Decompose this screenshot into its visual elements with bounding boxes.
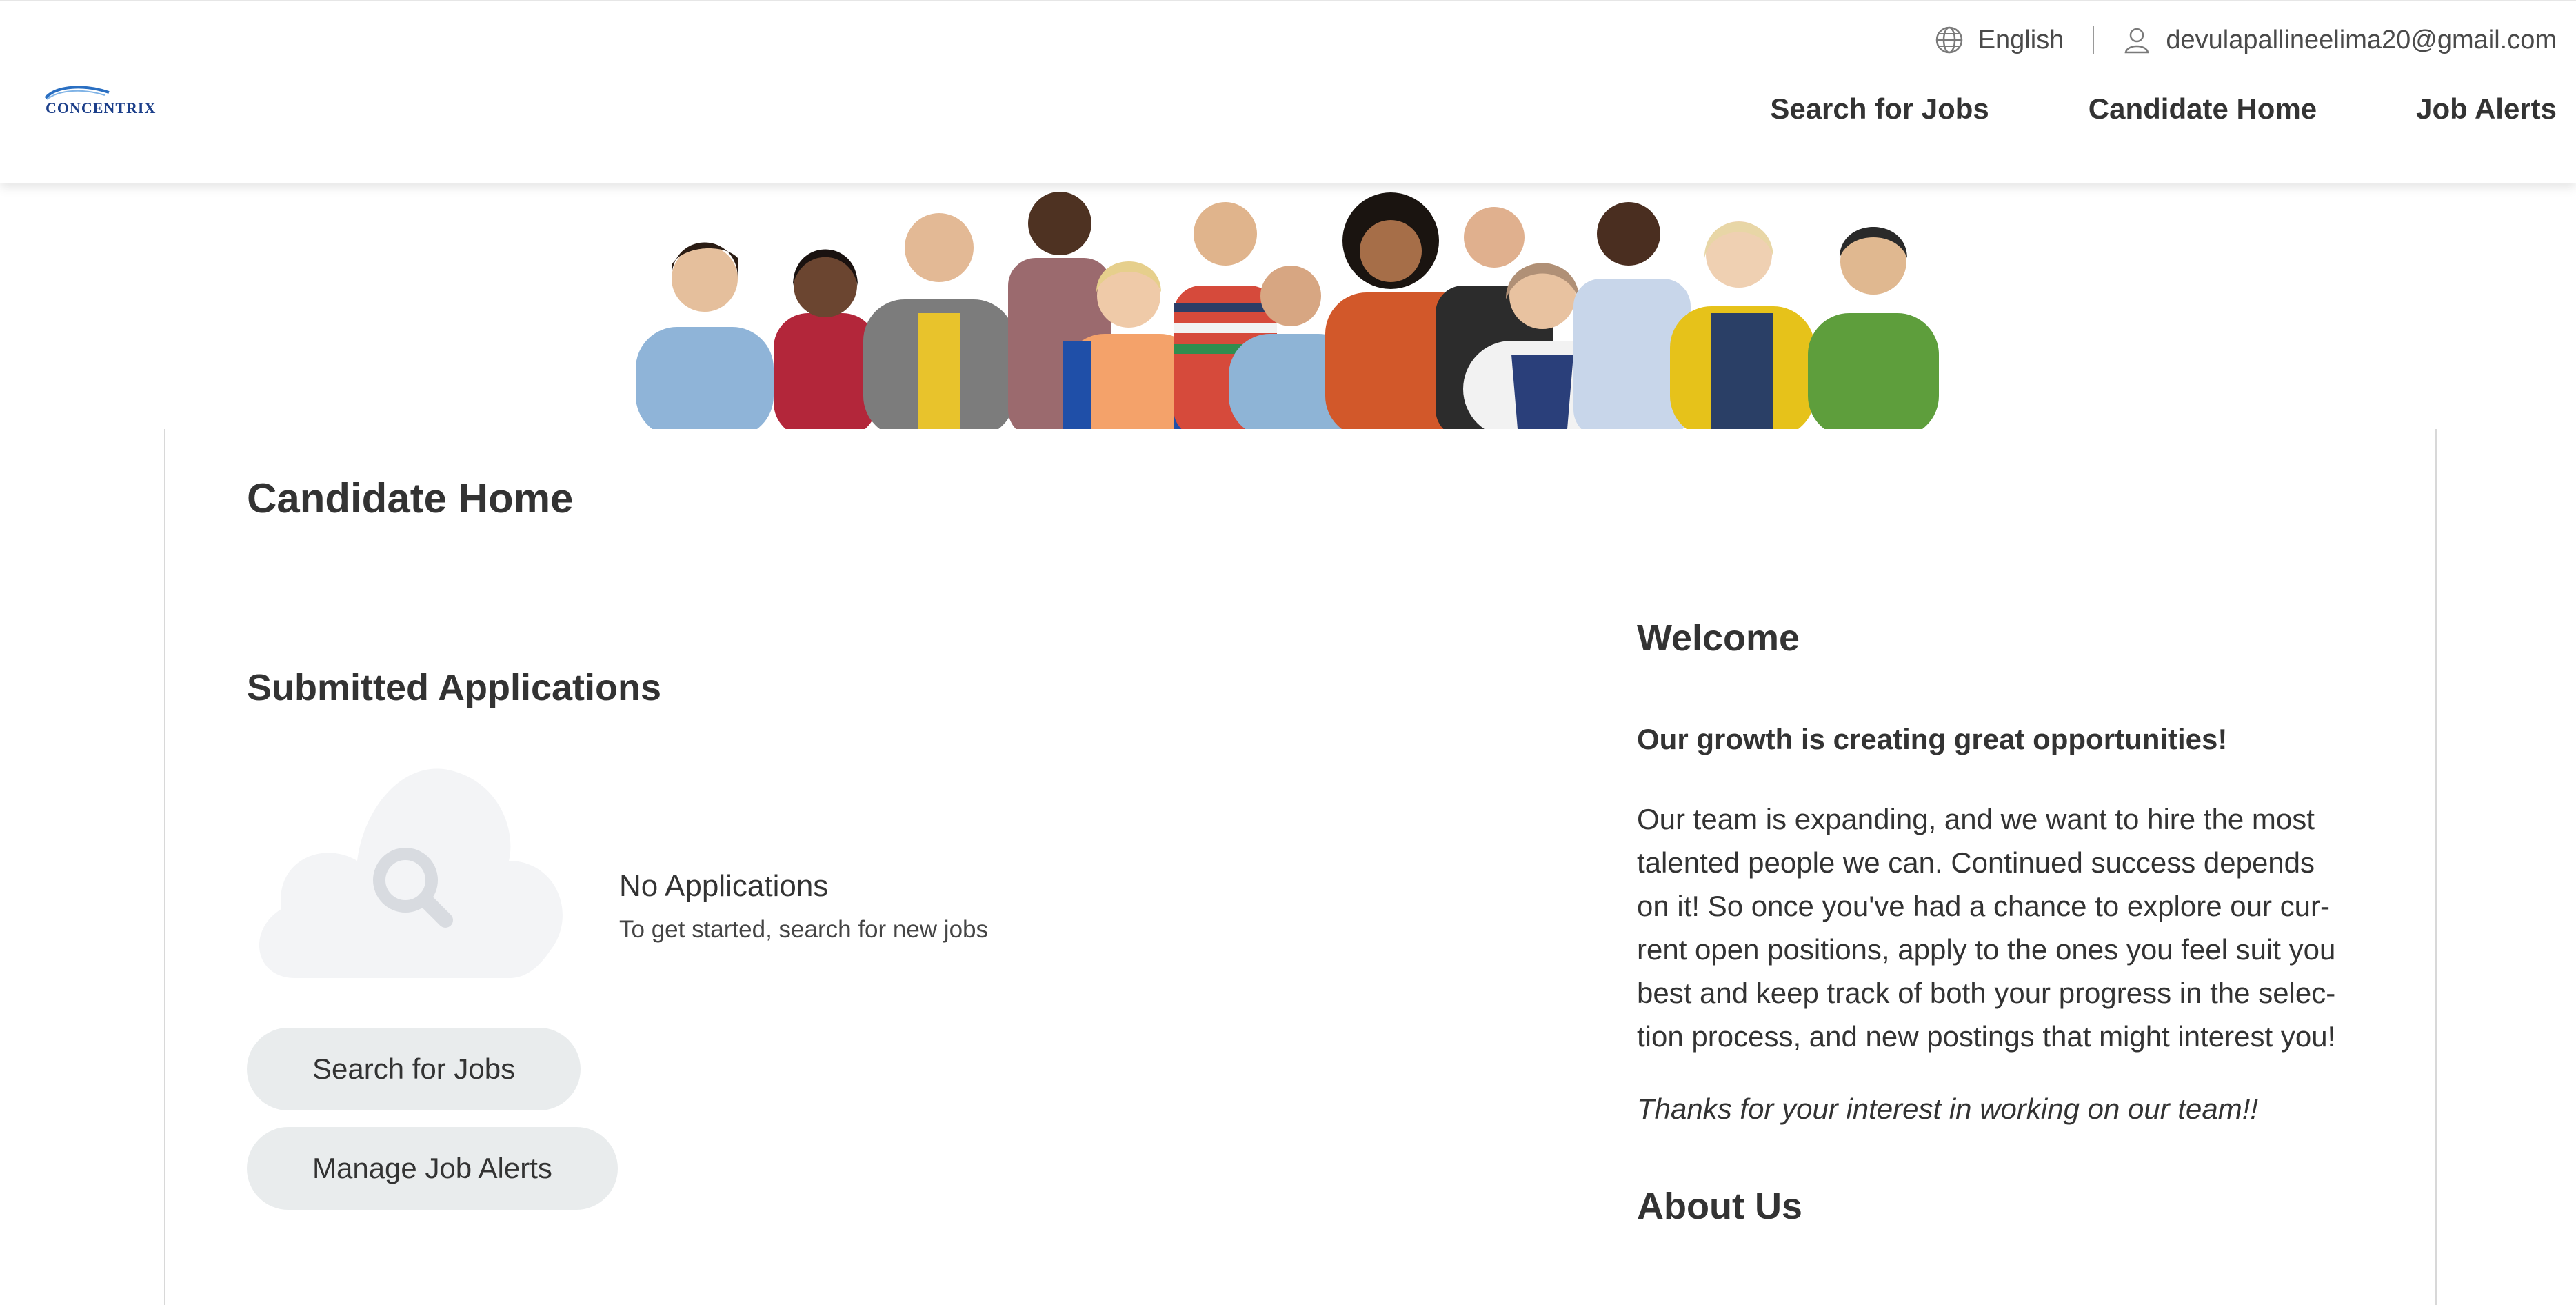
logo-text: CONCENTRIX bbox=[46, 99, 157, 117]
welcome-body-line: tion process, and new postings that migh… bbox=[1637, 1020, 2336, 1053]
cloud-search-icon bbox=[247, 757, 572, 978]
globe-icon[interactable] bbox=[1934, 25, 1964, 55]
utility-divider bbox=[2093, 26, 2095, 54]
utility-bar: English devulapallineelima20@gmail.com bbox=[1934, 22, 2557, 58]
welcome-body-line: on it! So once you've had a chance to ex… bbox=[1637, 890, 2330, 922]
welcome-closing: Thanks for your interest in working on o… bbox=[1637, 1093, 2259, 1125]
empty-state-subtitle: To get started, search for new jobs bbox=[619, 916, 988, 943]
page-title: Candidate Home bbox=[247, 475, 574, 521]
welcome-body: Our team is expanding, and we want to hi… bbox=[1637, 797, 2354, 1058]
site-header: CONCENTRIX English devulapallineelima20@… bbox=[0, 0, 2576, 183]
team-photo-illustration bbox=[636, 192, 1939, 429]
team-photo-banner bbox=[636, 182, 1949, 429]
welcome-body-line: Our team is expanding, and we want to hi… bbox=[1637, 803, 2315, 835]
welcome-heading: Welcome bbox=[1637, 617, 1800, 659]
language-selector[interactable]: English bbox=[1978, 26, 2064, 55]
nav-candidate-home[interactable]: Candidate Home bbox=[2089, 92, 2317, 126]
account-email[interactable]: devulapallineelima20@gmail.com bbox=[2166, 26, 2557, 55]
nav-job-alerts[interactable]: Job Alerts bbox=[2416, 92, 2557, 126]
concentrix-logo[interactable]: CONCENTRIX bbox=[43, 83, 156, 121]
main-nav: Search for Jobs Candidate Home Job Alert… bbox=[1770, 90, 2557, 128]
manage-job-alerts-button[interactable]: Manage Job Alerts bbox=[247, 1127, 618, 1210]
welcome-body-line: rent open positions, apply to the ones y… bbox=[1637, 933, 2336, 966]
welcome-body-line: best and keep track of both your progres… bbox=[1637, 977, 2336, 1009]
welcome-headline: Our growth is creating great opportuniti… bbox=[1637, 723, 2228, 755]
search-for-jobs-button[interactable]: Search for Jobs bbox=[247, 1028, 581, 1110]
about-us-heading: About Us bbox=[1637, 1186, 1802, 1227]
empty-state-title: No Applications bbox=[619, 869, 829, 903]
welcome-body-line: talented people we can. Continued succes… bbox=[1637, 846, 2315, 879]
user-icon[interactable] bbox=[2122, 25, 2152, 55]
nav-search-for-jobs[interactable]: Search for Jobs bbox=[1770, 92, 1989, 126]
submitted-applications-heading: Submitted Applications bbox=[247, 667, 662, 708]
